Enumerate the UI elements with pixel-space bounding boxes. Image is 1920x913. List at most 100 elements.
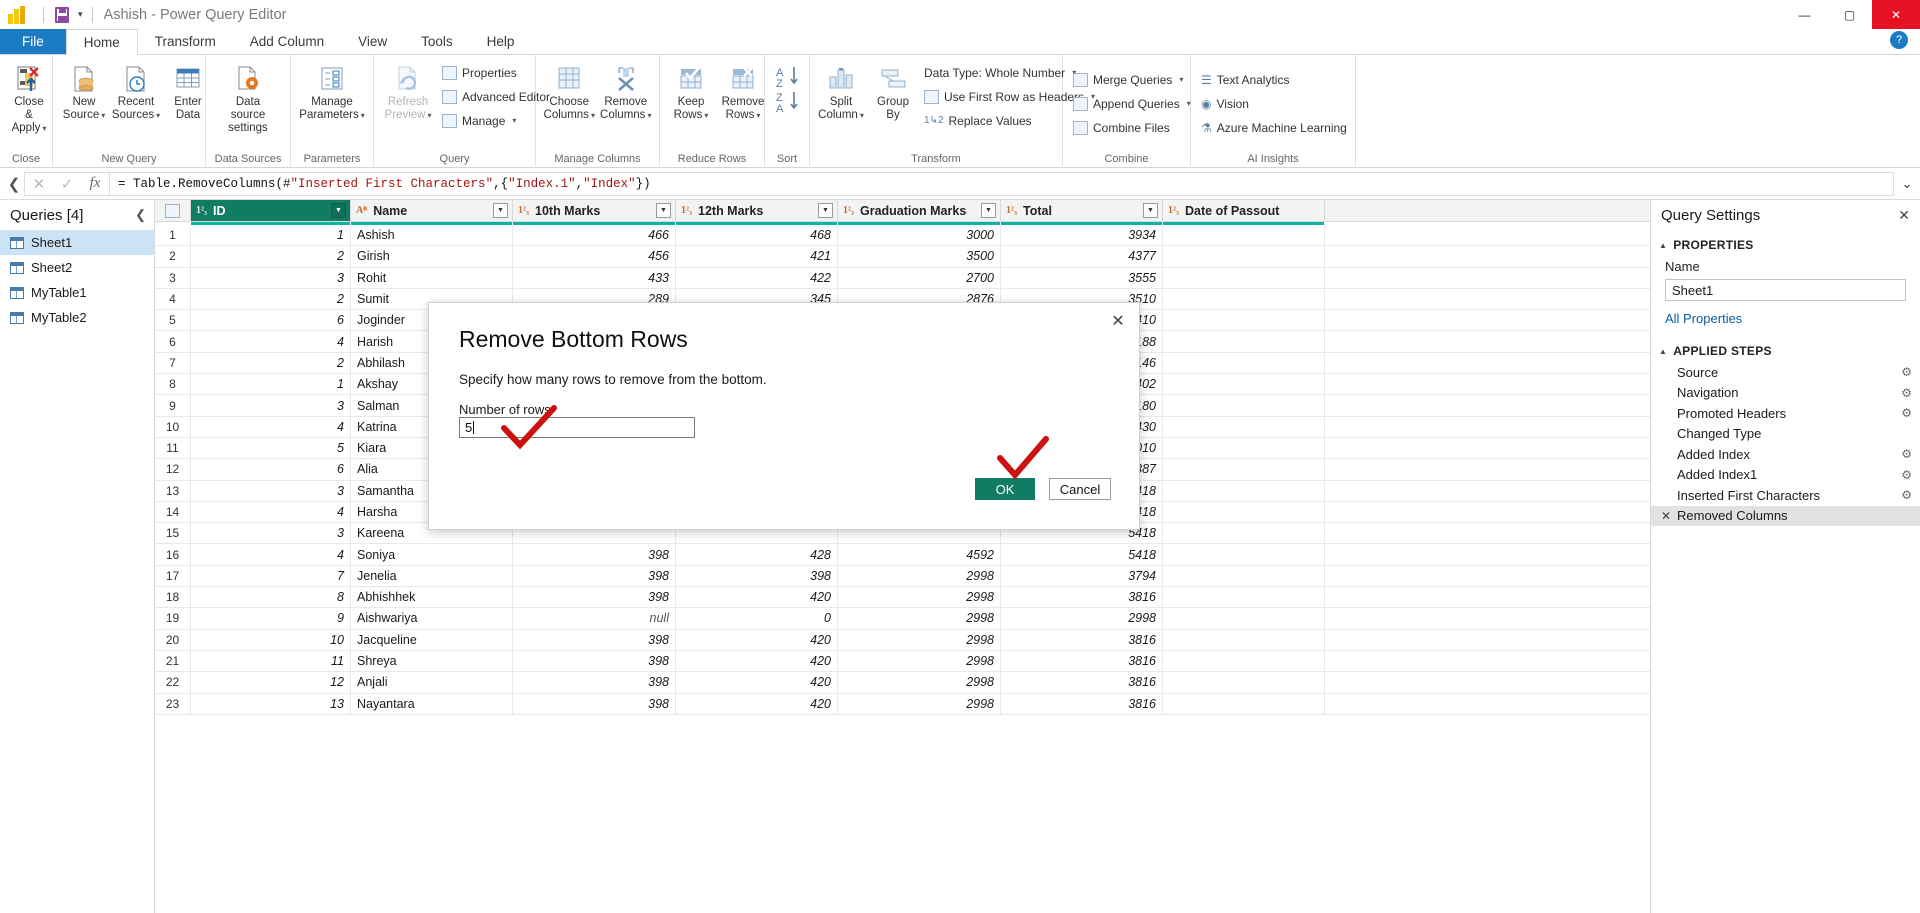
table-cell[interactable]: 398 bbox=[513, 544, 676, 564]
query-item-sheet2[interactable]: Sheet2 bbox=[0, 255, 154, 280]
table-cell[interactable] bbox=[1163, 438, 1325, 458]
table-cell[interactable]: 2998 bbox=[838, 630, 1001, 650]
query-settings-close-icon[interactable]: ✕ bbox=[1898, 207, 1910, 224]
tab-add-column[interactable]: Add Column bbox=[233, 29, 341, 54]
table-cell[interactable]: Abhishhek bbox=[351, 587, 513, 607]
table-cell[interactable]: 398 bbox=[513, 630, 676, 650]
table-cell[interactable]: 4 bbox=[191, 417, 351, 437]
remove-columns-button[interactable]: Remove Columns▾ bbox=[599, 59, 654, 124]
table-cell[interactable]: 6 bbox=[191, 310, 351, 330]
remove-rows-button[interactable]: Remove Rows▾ bbox=[718, 59, 768, 124]
step-settings-gear-icon[interactable]: ⚙ bbox=[1901, 447, 1912, 461]
table-cell[interactable]: 2700 bbox=[838, 268, 1001, 288]
combine-files-button[interactable]: Combine Files bbox=[1069, 117, 1195, 138]
table-cell[interactable]: 5 bbox=[191, 438, 351, 458]
table-cell[interactable] bbox=[1163, 481, 1325, 501]
data-source-settings-button[interactable]: Data source settings bbox=[212, 59, 284, 137]
quick-access-caret-icon[interactable]: ▾ bbox=[78, 9, 83, 20]
table-cell[interactable]: Anjali bbox=[351, 672, 513, 692]
group-by-button[interactable]: Group By bbox=[868, 59, 918, 124]
table-cell[interactable] bbox=[1163, 417, 1325, 437]
close-window-button[interactable]: ✕ bbox=[1872, 0, 1920, 29]
azure-ml-button[interactable]: ⚗ Azure Machine Learning bbox=[1197, 117, 1351, 138]
query-item-mytable2[interactable]: MyTable2 bbox=[0, 305, 154, 330]
table-cell[interactable] bbox=[1163, 395, 1325, 415]
merge-queries-button[interactable]: Merge Queries ▾ bbox=[1069, 69, 1195, 90]
table-cell[interactable]: 3794 bbox=[1001, 566, 1163, 586]
new-source-button[interactable]: New Source▾ bbox=[59, 59, 109, 124]
table-cell[interactable]: 3 bbox=[191, 268, 351, 288]
table-cell[interactable]: 2998 bbox=[838, 672, 1001, 692]
tab-view[interactable]: View bbox=[341, 29, 404, 54]
recent-sources-button[interactable]: Recent Sources▾ bbox=[111, 59, 161, 124]
table-cell[interactable]: 398 bbox=[513, 694, 676, 714]
properties-section-header[interactable]: ▲ PROPERTIES bbox=[1651, 230, 1920, 256]
tab-home[interactable]: Home bbox=[66, 29, 138, 55]
table-cell[interactable]: 5418 bbox=[1001, 544, 1163, 564]
table-cell[interactable]: 428 bbox=[676, 544, 838, 564]
queries-collapse-icon[interactable]: ❮ bbox=[135, 207, 146, 223]
table-cell[interactable]: 3816 bbox=[1001, 651, 1163, 671]
column-header-total[interactable]: 1²₃Total▼ bbox=[1001, 200, 1163, 221]
table-cell[interactable]: 420 bbox=[676, 672, 838, 692]
table-cell[interactable] bbox=[1163, 502, 1325, 522]
table-cell[interactable]: 4 bbox=[191, 544, 351, 564]
table-cell[interactable]: 398 bbox=[513, 651, 676, 671]
table-cell[interactable]: 420 bbox=[676, 694, 838, 714]
table-cell[interactable]: 13 bbox=[191, 694, 351, 714]
table-cell[interactable]: 456 bbox=[513, 246, 676, 266]
formula-expand-icon[interactable]: ⌄ bbox=[1894, 176, 1920, 192]
column-filter-dropdown-icon[interactable]: ▼ bbox=[981, 203, 996, 218]
table-cell[interactable]: 2998 bbox=[838, 566, 1001, 586]
query-item-mytable1[interactable]: MyTable1 bbox=[0, 280, 154, 305]
save-icon[interactable] bbox=[53, 6, 71, 24]
table-cell[interactable]: 2 bbox=[191, 353, 351, 373]
table-cell[interactable]: 398 bbox=[513, 587, 676, 607]
query-item-sheet1[interactable]: Sheet1 bbox=[0, 230, 154, 255]
step-settings-gear-icon[interactable]: ⚙ bbox=[1901, 406, 1912, 420]
formula-cancel-icon[interactable]: ✕ bbox=[25, 175, 53, 193]
tab-help[interactable]: Help bbox=[470, 29, 532, 54]
table-cell[interactable] bbox=[1163, 630, 1325, 650]
applied-step-added-index[interactable]: Added Index⚙ bbox=[1651, 444, 1920, 465]
tab-transform[interactable]: Transform bbox=[138, 29, 233, 54]
table-cell[interactable]: 7 bbox=[191, 566, 351, 586]
table-cell[interactable]: 433 bbox=[513, 268, 676, 288]
table-cell[interactable] bbox=[1163, 608, 1325, 628]
table-cell[interactable]: 4 bbox=[191, 502, 351, 522]
table-cell[interactable]: 3 bbox=[191, 395, 351, 415]
number-of-rows-input[interactable]: 5 bbox=[459, 417, 695, 438]
table-cell[interactable]: 398 bbox=[676, 566, 838, 586]
manage-parameters-button[interactable]: Manage Parameters▾ bbox=[297, 59, 367, 124]
table-cell[interactable] bbox=[1163, 694, 1325, 714]
column-filter-dropdown-icon[interactable]: ▼ bbox=[331, 203, 346, 218]
table-cell[interactable] bbox=[1163, 651, 1325, 671]
table-cell[interactable]: 8 bbox=[191, 587, 351, 607]
table-cell[interactable]: 12 bbox=[191, 672, 351, 692]
table-cell[interactable] bbox=[1163, 268, 1325, 288]
table-row[interactable]: 164Soniya39842845925418 bbox=[155, 544, 1650, 565]
table-cell[interactable]: 3816 bbox=[1001, 672, 1163, 692]
all-properties-link[interactable]: All Properties bbox=[1651, 301, 1920, 336]
applied-steps-section-header[interactable]: ▲ APPLIED STEPS bbox=[1651, 336, 1920, 362]
table-cell[interactable]: 466 bbox=[513, 225, 676, 245]
table-cell[interactable]: Rohit bbox=[351, 268, 513, 288]
column-header-id[interactable]: 1²₃ID▼ bbox=[191, 200, 351, 221]
maximize-button[interactable]: ▢ bbox=[1827, 0, 1872, 29]
table-cell[interactable]: 3934 bbox=[1001, 225, 1163, 245]
applied-step-navigation[interactable]: Navigation⚙ bbox=[1651, 383, 1920, 404]
help-icon[interactable]: ? bbox=[1890, 31, 1908, 49]
table-row[interactable]: 177Jenelia39839829983794 bbox=[155, 566, 1650, 587]
formula-accept-icon[interactable]: ✓ bbox=[53, 175, 81, 193]
table-cell[interactable]: 0 bbox=[676, 608, 838, 628]
table-cell[interactable]: 9 bbox=[191, 608, 351, 628]
table-cell[interactable]: 3 bbox=[191, 481, 351, 501]
tab-tools[interactable]: Tools bbox=[404, 29, 470, 54]
table-cell[interactable]: Shreya bbox=[351, 651, 513, 671]
table-cell[interactable]: 422 bbox=[676, 268, 838, 288]
table-cell[interactable] bbox=[1163, 246, 1325, 266]
table-cell[interactable] bbox=[1163, 353, 1325, 373]
table-cell[interactable]: 2 bbox=[191, 246, 351, 266]
table-cell[interactable]: 3816 bbox=[1001, 630, 1163, 650]
applied-step-added-index1[interactable]: Added Index1⚙ bbox=[1651, 465, 1920, 486]
